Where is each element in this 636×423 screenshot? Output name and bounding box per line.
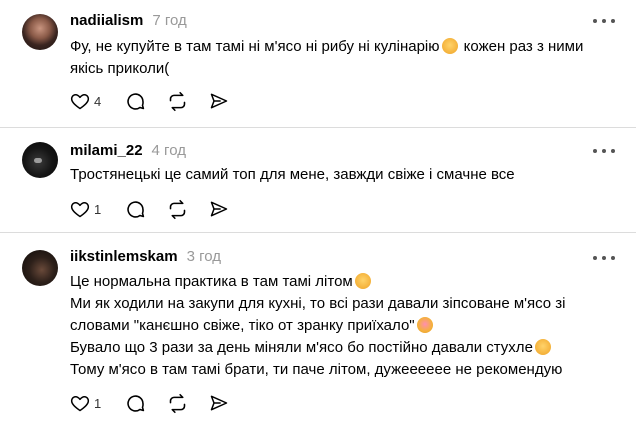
- text-line: словами "канєшно свіже, тіко от зранку п…: [70, 315, 620, 337]
- repost-button[interactable]: [167, 90, 188, 112]
- drooling-face-emoji: [534, 339, 551, 355]
- avatar[interactable]: [22, 142, 58, 178]
- timestamp: 3 год: [186, 248, 221, 265]
- more-dots-icon[interactable]: [593, 18, 615, 24]
- text-line: Фу, не купуйте в там тамі ні м'ясо ні ри…: [70, 38, 584, 55]
- repost-button[interactable]: [167, 198, 188, 220]
- repost-button[interactable]: [167, 392, 188, 414]
- like-button[interactable]: 4: [70, 90, 101, 112]
- more-dots-icon[interactable]: [593, 148, 615, 154]
- smiling-face-with-hearts-emoji: [416, 317, 433, 333]
- post-actions: 1: [70, 392, 229, 414]
- post-header: iikstinlemskam 3 год: [70, 248, 221, 268]
- text-line: якісь приколи(: [70, 60, 170, 77]
- text-line: Тому м'ясо в там тамі брати, ти паче літ…: [70, 361, 563, 378]
- post-text: Це нормальна практика в там тамі літом М…: [70, 271, 620, 381]
- drooling-face-emoji: [354, 273, 371, 289]
- post-text: Фу, не купуйте в там тамі ні м'ясо ні ри…: [70, 36, 620, 80]
- reply-button[interactable]: [125, 392, 146, 414]
- like-button[interactable]: 1: [70, 392, 101, 414]
- repost-icon: [169, 199, 186, 219]
- text-line: Бувало що 3 рази за день міняли м'ясо бо…: [70, 337, 620, 359]
- username[interactable]: iikstinlemskam: [70, 248, 178, 265]
- post-header: milami_22 4 год: [70, 142, 186, 162]
- hugging-face-emoji: [441, 38, 458, 54]
- like-count: 1: [94, 201, 102, 217]
- repost-icon: [169, 393, 186, 413]
- reply-button[interactable]: [125, 198, 146, 220]
- heart-icon: [70, 94, 90, 110]
- repost-icon: [169, 91, 186, 111]
- text-line: Ми як ходили на закупи для кухні, то всі…: [70, 295, 566, 312]
- post-header: nadiialism 7 год: [70, 12, 187, 32]
- post-2: milami_22 4 год Тростянецькі це самий то…: [0, 128, 636, 232]
- like-count: 4: [94, 93, 102, 109]
- share-button[interactable]: [209, 392, 229, 414]
- username[interactable]: nadiialism: [70, 12, 143, 29]
- post-actions: 4: [70, 90, 229, 112]
- timestamp: 4 год: [151, 142, 186, 159]
- like-count: 1: [94, 395, 102, 411]
- send-icon: [210, 93, 228, 109]
- post-1: nadiialism 7 год Фу, не купуйте в там та…: [0, 0, 636, 128]
- comment-icon: [127, 92, 145, 110]
- comment-icon: [127, 394, 145, 412]
- avatar[interactable]: [22, 250, 58, 286]
- share-button[interactable]: [209, 198, 229, 220]
- text-line: Це нормальна практика в там тамі літом: [70, 271, 620, 293]
- send-icon: [210, 395, 228, 411]
- text-line: Тростянецькі це самий топ для мене, завж…: [70, 166, 515, 183]
- avatar[interactable]: [22, 14, 58, 50]
- send-icon: [210, 201, 228, 217]
- more-dots-icon[interactable]: [593, 255, 615, 261]
- share-button[interactable]: [209, 90, 229, 112]
- heart-icon: [70, 396, 90, 412]
- heart-icon: [70, 202, 90, 218]
- like-button[interactable]: 1: [70, 198, 101, 220]
- post-text: Тростянецькі це самий топ для мене, завж…: [70, 164, 620, 186]
- comment-icon: [127, 200, 145, 218]
- post-actions: 1: [70, 198, 229, 220]
- username[interactable]: milami_22: [70, 142, 143, 159]
- reply-button[interactable]: [125, 90, 146, 112]
- timestamp: 7 год: [152, 12, 187, 29]
- post-3: iikstinlemskam 3 год Це нормальна практи…: [0, 233, 636, 423]
